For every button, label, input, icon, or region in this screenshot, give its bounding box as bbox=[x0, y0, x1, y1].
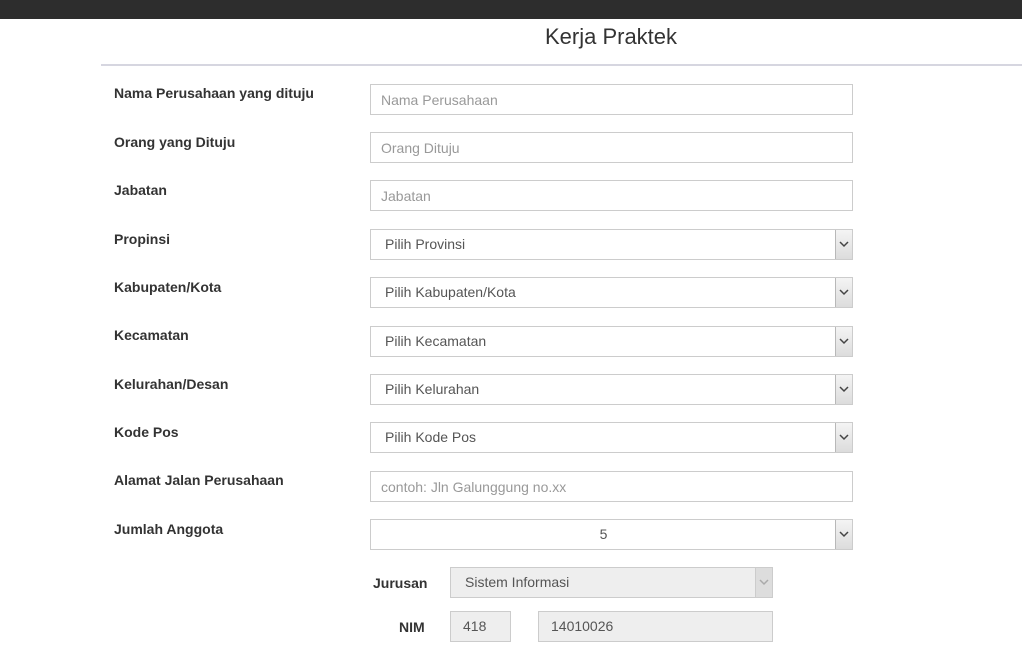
major-select-value: Sistem Informasi bbox=[465, 574, 570, 590]
chevron-down-icon bbox=[839, 289, 849, 296]
chevron-down-icon bbox=[759, 579, 769, 586]
village-dropdown-button[interactable] bbox=[835, 375, 852, 404]
member-count-dropdown-button[interactable] bbox=[835, 520, 852, 549]
province-label: Propinsi bbox=[114, 231, 171, 247]
page-title: Kerja Praktek bbox=[544, 24, 678, 49]
address-input[interactable] bbox=[370, 471, 853, 502]
province-dropdown-button[interactable] bbox=[835, 230, 852, 259]
regency-select[interactable]: Pilih Kabupaten/Kota bbox=[370, 277, 853, 308]
nim-label: NIM bbox=[399, 619, 425, 635]
company-name-input[interactable] bbox=[370, 84, 853, 115]
district-dropdown-button[interactable] bbox=[835, 327, 852, 356]
postal-code-select-value: Pilih Kode Pos bbox=[385, 429, 477, 445]
district-label: Kecamatan bbox=[114, 327, 189, 343]
member-count-select[interactable]: 5 bbox=[370, 519, 853, 550]
village-select-value: Pilih Kelurahan bbox=[385, 381, 480, 397]
major-dropdown-button[interactable] bbox=[755, 568, 772, 597]
browser-top-bar bbox=[0, 0, 1022, 19]
district-select[interactable]: Pilih Kecamatan bbox=[370, 326, 853, 357]
address-label: Alamat Jalan Perusahaan bbox=[114, 472, 284, 488]
chevron-down-icon bbox=[839, 241, 849, 248]
village-select[interactable]: Pilih Kelurahan bbox=[370, 374, 853, 405]
village-label: Kelurahan/Desan bbox=[114, 376, 229, 392]
position-input[interactable] bbox=[370, 180, 853, 211]
company-name-label: Nama Perusahaan yang dituju bbox=[114, 85, 314, 101]
regency-select-value: Pilih Kabupaten/Kota bbox=[385, 284, 516, 300]
province-select[interactable]: Pilih Provinsi bbox=[370, 229, 853, 260]
chevron-down-icon bbox=[839, 434, 849, 441]
recipient-input[interactable] bbox=[370, 132, 853, 163]
title-divider bbox=[101, 64, 1022, 66]
district-select-value: Pilih Kecamatan bbox=[385, 333, 487, 349]
recipient-label: Orang yang Dituju bbox=[114, 134, 236, 150]
position-label: Jabatan bbox=[114, 182, 167, 198]
province-select-value: Pilih Provinsi bbox=[385, 236, 466, 252]
regency-dropdown-button[interactable] bbox=[835, 278, 852, 307]
postal-code-select[interactable]: Pilih Kode Pos bbox=[370, 422, 853, 453]
regency-label: Kabupaten/Kota bbox=[114, 279, 222, 295]
chevron-down-icon bbox=[839, 338, 849, 345]
postal-code-label: Kode Pos bbox=[114, 424, 179, 440]
postal-code-dropdown-button[interactable] bbox=[835, 423, 852, 452]
member-count-select-value: 5 bbox=[599, 526, 608, 542]
nim-prefix-field[interactable]: 418 bbox=[450, 611, 511, 642]
major-label: Jurusan bbox=[373, 575, 428, 591]
major-select[interactable]: Sistem Informasi bbox=[450, 567, 773, 598]
chevron-down-icon bbox=[839, 386, 849, 393]
chevron-down-icon bbox=[839, 531, 849, 538]
nim-number-field[interactable]: 14010026 bbox=[538, 611, 773, 642]
member-count-label: Jumlah Anggota bbox=[114, 521, 224, 537]
